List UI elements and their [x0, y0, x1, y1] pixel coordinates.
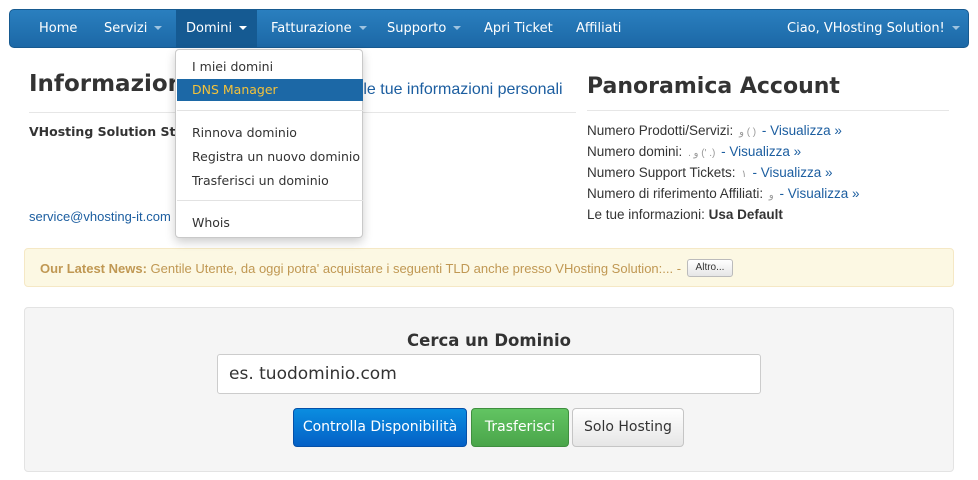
- row-value: . و (' .): [688, 148, 716, 159]
- account-row-affiliati: Numero di riferimento Affiliati: و - Vis…: [587, 186, 860, 201]
- nav-servizi-label: Servizi: [104, 21, 148, 36]
- row-value: و: [768, 190, 774, 201]
- hosting-only-button[interactable]: Solo Hosting: [572, 408, 684, 447]
- account-row-prodotti: Numero Prodotti/Servizi: و ( ) - Visuali…: [587, 123, 842, 138]
- visualizza-link[interactable]: - Visualizza »: [721, 144, 801, 159]
- nav-supporto-label: Supporto: [387, 21, 447, 36]
- info-title: Informazioni: [29, 71, 192, 97]
- menu-item-rinnova-dominio[interactable]: Rinnova dominio: [177, 122, 363, 144]
- menu-divider: [177, 200, 363, 201]
- account-overview-title: Panoramica Account: [587, 74, 840, 99]
- email-link[interactable]: service@vhosting-it.com: [29, 209, 171, 224]
- visualizza-link[interactable]: - Visualizza »: [779, 186, 859, 201]
- menu-item-whois[interactable]: Whois: [177, 212, 363, 234]
- account-row-info: Le tue informazioni: Usa Default: [587, 207, 783, 222]
- row-label: Le tue informazioni:: [587, 207, 705, 222]
- row-label: Numero di riferimento Affiliati:: [587, 186, 764, 201]
- news-more-button[interactable]: Altro...: [687, 259, 733, 277]
- menu-item-dns-manager[interactable]: DNS Manager: [177, 79, 363, 101]
- nav-apri-ticket-label: Apri Ticket: [484, 21, 553, 36]
- nav-affiliati-label: Affiliati: [576, 21, 622, 36]
- menu-item-registra-dominio[interactable]: Registra un nuovo dominio: [177, 146, 363, 168]
- section-divider: [587, 110, 949, 111]
- domain-search-title: Cerca un Dominio: [407, 331, 571, 350]
- nav-domini[interactable]: Domini: [176, 10, 258, 47]
- news-text: Our Latest News: Gentile Utente, da oggi…: [40, 261, 681, 276]
- nav-home[interactable]: Home: [39, 10, 77, 47]
- account-row-tickets: Numero Support Tickets: ١ - Visualizza »: [587, 165, 833, 180]
- nav-fatturazione[interactable]: Fatturazione: [271, 10, 367, 47]
- account-row-domini: Numero domini: . و (' .) - Visualizza »: [587, 144, 801, 159]
- caret-down-icon: [358, 25, 367, 30]
- news-label: Our Latest News:: [40, 261, 147, 276]
- nav-home-label: Home: [39, 21, 78, 36]
- domini-dropdown-menu: I miei domini DNS Manager Rinnova domini…: [175, 49, 363, 238]
- visualizza-link[interactable]: - Visualizza »: [752, 165, 832, 180]
- news-content: Gentile Utente, da oggi potra' acquistar…: [150, 261, 682, 276]
- row-label: Numero Support Tickets:: [587, 165, 736, 180]
- caret-down-icon: [154, 25, 163, 30]
- news-bar: Our Latest News: Gentile Utente, da oggi…: [24, 248, 954, 287]
- nav-servizi[interactable]: Servizi: [104, 10, 163, 47]
- domain-search-input[interactable]: [217, 354, 761, 394]
- caret-down-icon: [951, 25, 960, 30]
- info-subtitle: a le tue informazioni personali: [350, 81, 563, 98]
- nav-affiliati[interactable]: Affiliati: [576, 10, 621, 47]
- row-label: Numero domini:: [587, 144, 683, 159]
- row-value: ١: [741, 169, 747, 180]
- row-value: Usa Default: [708, 207, 783, 222]
- caret-down-icon: [239, 25, 248, 30]
- menu-item-trasferisci-dominio[interactable]: Trasferisci un dominio: [177, 170, 363, 192]
- nav-supporto[interactable]: Supporto: [387, 10, 462, 47]
- top-navbar: Home Servizi Domini Fatturazione Support…: [9, 9, 969, 48]
- menu-item-miei-domini[interactable]: I miei domini: [177, 56, 363, 78]
- menu-divider: [177, 110, 363, 111]
- transfer-button[interactable]: Trasferisci: [471, 408, 569, 447]
- user-greeting: Ciao, VHosting Solution!: [787, 21, 945, 36]
- nav-fatturazione-label: Fatturazione: [271, 21, 352, 36]
- company-name: VHosting Solution Staff: [29, 124, 195, 139]
- row-label: Numero Prodotti/Servizi:: [587, 123, 734, 138]
- caret-down-icon: [453, 25, 462, 30]
- check-availability-button[interactable]: Controlla Disponibilità: [293, 408, 467, 447]
- row-value: و ( ): [739, 127, 757, 138]
- visualizza-link[interactable]: - Visualizza »: [762, 123, 842, 138]
- nav-domini-label: Domini: [186, 21, 233, 36]
- nav-apri-ticket[interactable]: Apri Ticket: [484, 10, 553, 47]
- user-menu[interactable]: Ciao, VHosting Solution!: [787, 10, 960, 47]
